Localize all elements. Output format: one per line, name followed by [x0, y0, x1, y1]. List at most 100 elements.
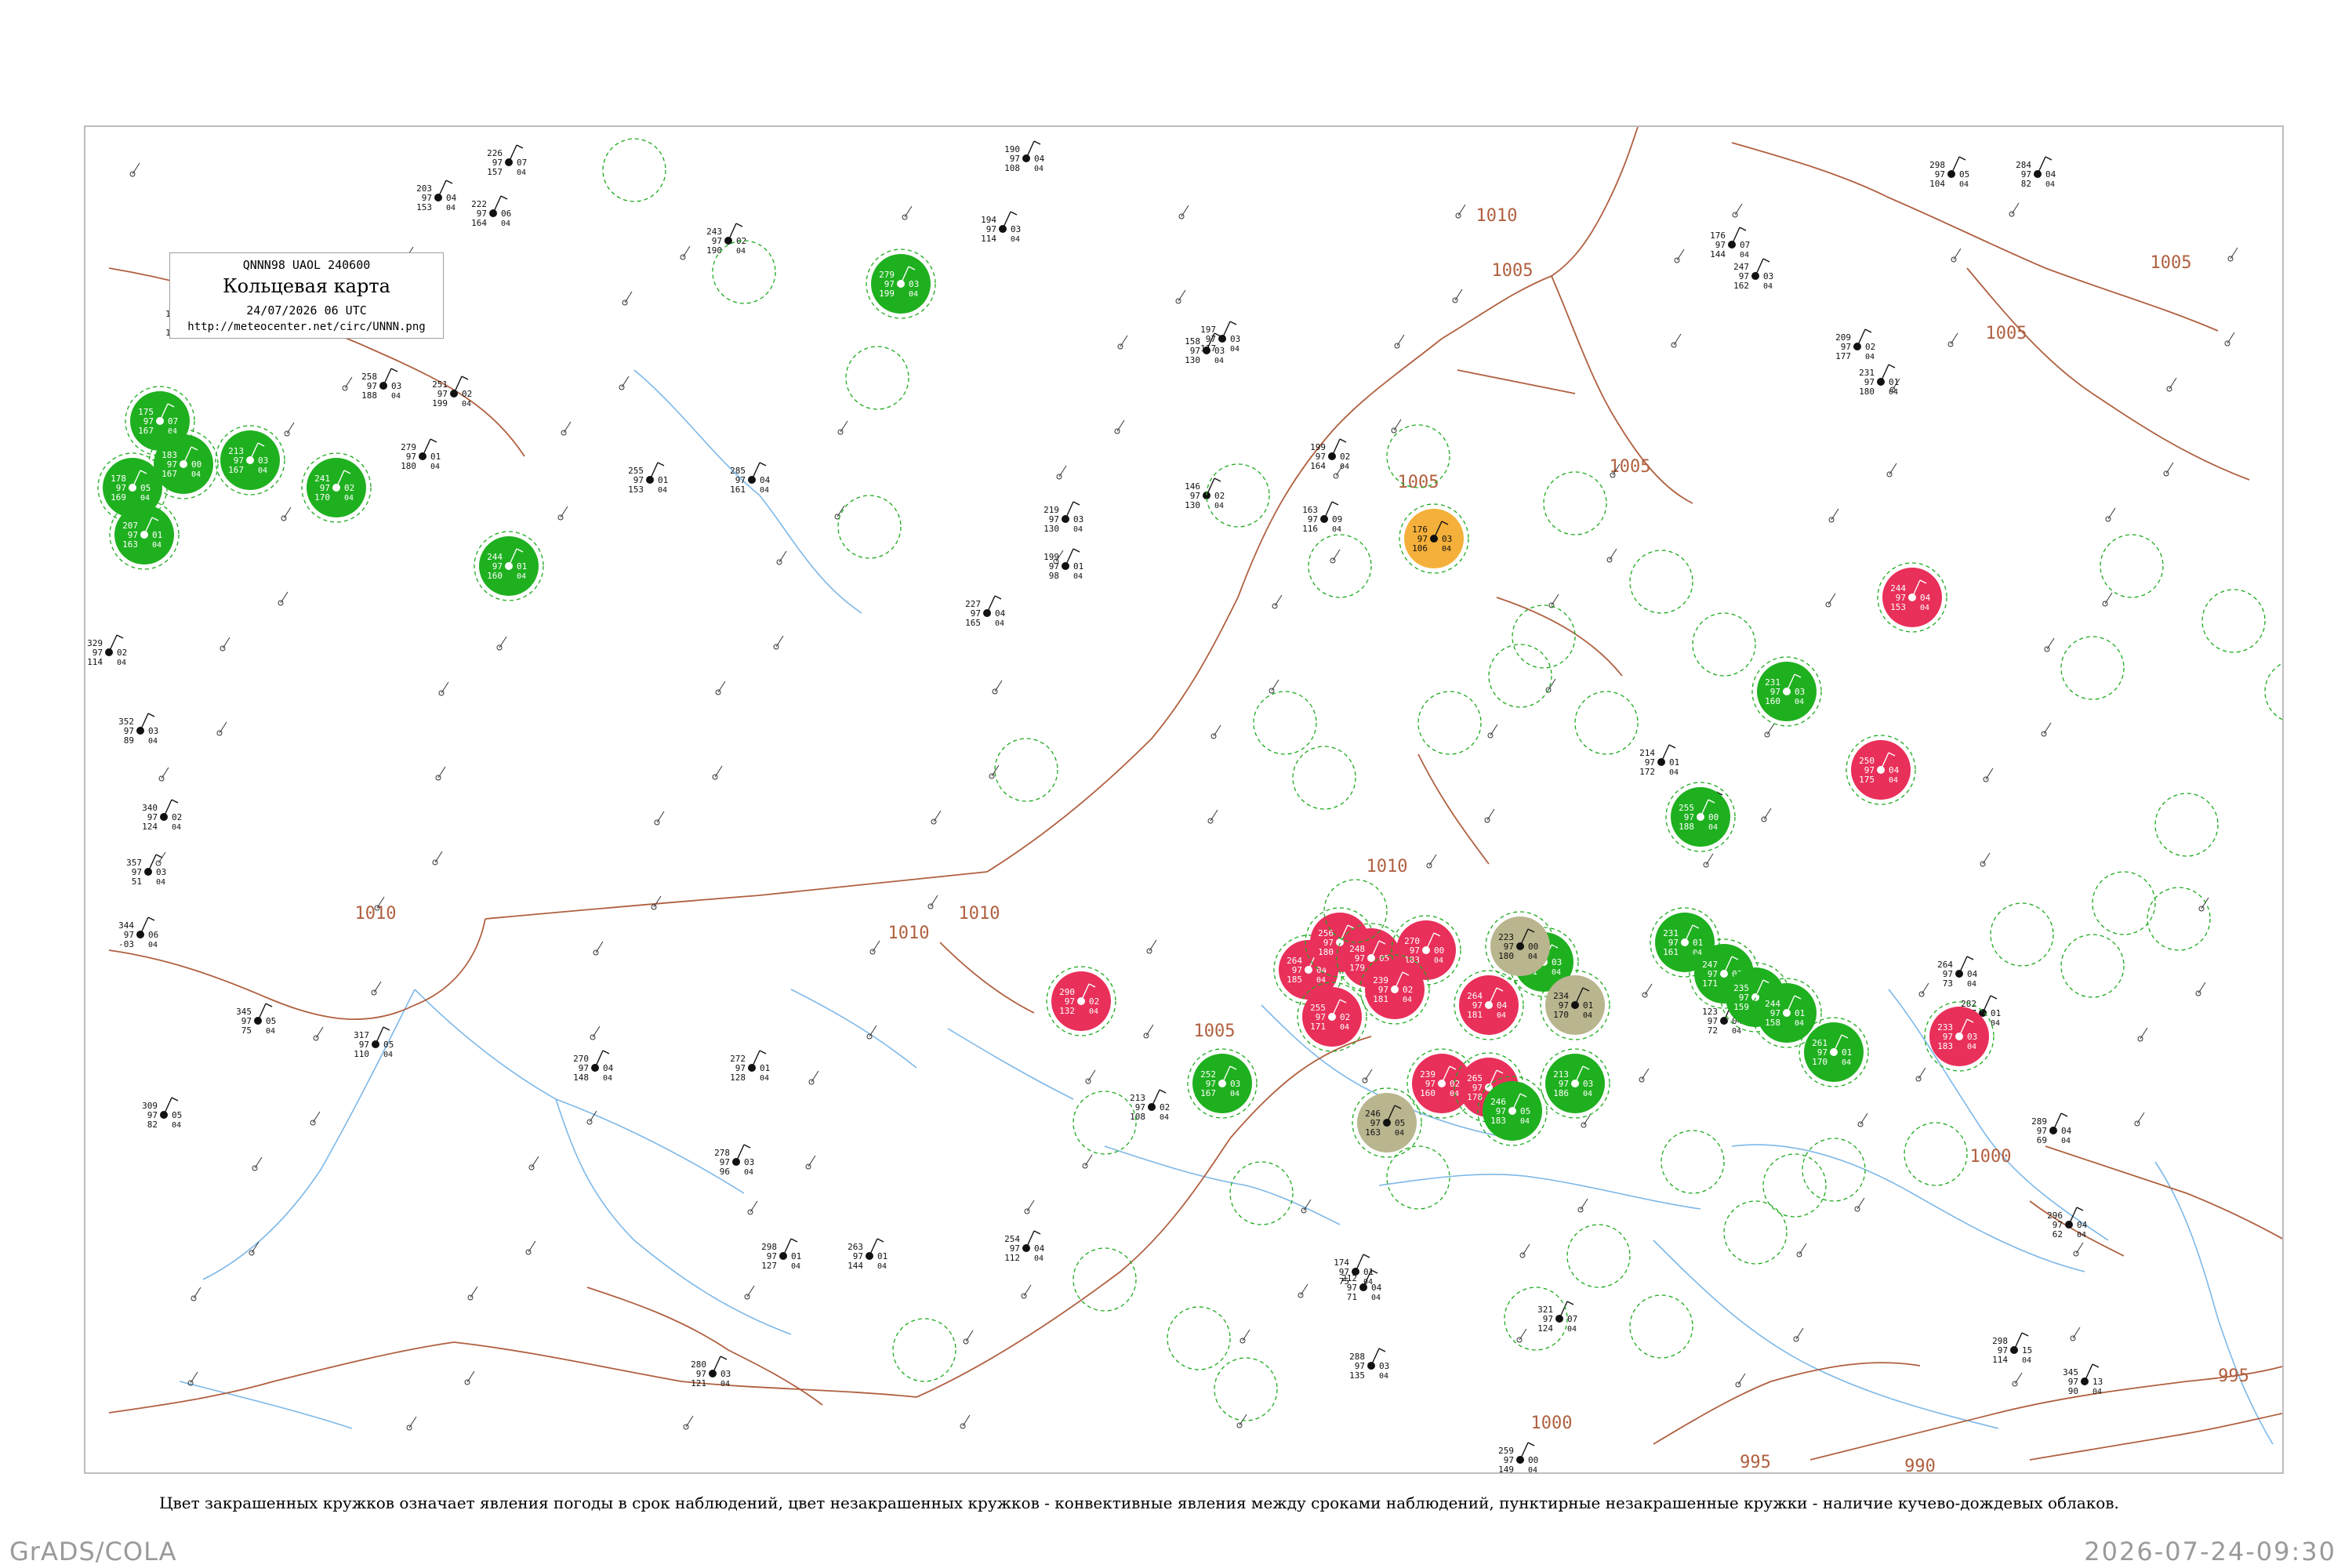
station-extra: 04	[1442, 545, 1451, 554]
station-plot: 298971040504	[1929, 156, 1969, 189]
minor-wind-barb	[1149, 939, 1157, 952]
isobar-label: 1005	[1986, 324, 2027, 343]
wind-barb	[375, 1026, 384, 1045]
river	[790, 989, 917, 1069]
station-extra: 04	[148, 737, 158, 746]
minor-wind-barb	[1181, 205, 1189, 217]
station-dewpoint: 89	[124, 735, 134, 746]
cb-ring	[1574, 691, 1639, 755]
station-dewpoint: 180	[401, 461, 416, 471]
minor-wind-barb	[1734, 203, 1743, 216]
wind-barb	[140, 713, 149, 731]
minor-wind-barb	[624, 291, 633, 303]
station-tendency: 00	[1528, 942, 1538, 952]
station-tendency: 02	[344, 483, 354, 493]
station-extra: 04	[1967, 980, 1976, 989]
wind-barb	[2053, 1112, 2062, 1131]
minor-wind-barb	[1580, 1198, 1588, 1210]
minor-wind-barb	[1026, 1200, 1035, 1212]
station-extra: 04	[760, 486, 769, 495]
station-tendency: 01	[1073, 561, 1083, 572]
wind-barb	[1661, 744, 1670, 763]
minor-wind-barb	[1641, 1068, 1650, 1080]
station-tendency: 05	[1959, 169, 1969, 180]
minor-wind-barb	[1486, 808, 1495, 821]
station-dewpoint: 183	[1490, 1116, 1506, 1126]
minor-wind-barb	[1889, 463, 1897, 475]
station-extra: 04	[462, 400, 471, 408]
station-extra: 04	[603, 1074, 612, 1083]
minor-wind-barb	[775, 635, 784, 648]
minor-wind-barb	[132, 162, 140, 175]
station-dewpoint: 124	[1537, 1323, 1553, 1334]
isobar	[916, 1138, 1231, 1398]
isobar-label: 990	[1904, 1457, 1936, 1474]
station-extra: 04	[877, 1262, 887, 1271]
minor-wind-barb	[2140, 1027, 2148, 1040]
station-dewpoint: 159	[1733, 1002, 1749, 1012]
minor-wind-barb	[499, 636, 507, 648]
station-dewpoint: 163	[1365, 1127, 1381, 1138]
minor-wind-barb	[1676, 249, 1685, 261]
station-tendency: 02	[117, 648, 127, 658]
station-tendency: 01	[791, 1251, 801, 1261]
station-tendency: 02	[1089, 996, 1099, 1007]
wind-barb-feather	[516, 144, 524, 149]
minor-wind-barb	[2136, 1112, 2145, 1124]
minor-wind-barb	[1393, 419, 1402, 431]
station-dewpoint: 171	[1702, 978, 1718, 989]
station-extra: 04	[391, 392, 401, 401]
station-dewpoint: 199	[432, 398, 448, 408]
wind-barb	[437, 180, 447, 198]
river	[633, 369, 862, 614]
minor-wind-barb	[808, 1155, 816, 1167]
minor-wind-barb	[811, 1070, 819, 1083]
isobar	[1966, 267, 2250, 481]
map-url[interactable]: http://meteocenter.net/circ/UNNN.png	[170, 321, 443, 333]
station-dewpoint: 167	[138, 426, 154, 436]
station-tendency: 03	[1795, 687, 1805, 697]
station-tendency: 03	[1763, 271, 1773, 281]
station-dewpoint: 188	[1679, 822, 1694, 832]
station-extra: 04	[1842, 1058, 1851, 1067]
station-tendency: 02	[172, 812, 182, 822]
station-extra: 04	[1669, 768, 1679, 777]
station-extra: 04	[148, 941, 158, 949]
minor-wind-barb	[1763, 808, 1772, 820]
station-plot: 288971350304	[1349, 1348, 1389, 1381]
station-extra: 04	[1795, 1019, 1804, 1028]
wind-barb-feather	[265, 1003, 273, 1007]
wind-barb-feather	[383, 1026, 390, 1031]
station-tendency: 03	[1552, 957, 1562, 967]
wind-barb-feather	[445, 180, 453, 184]
wind-barb-feather	[1864, 328, 1872, 333]
bulletin-code: QNNN98 UAOL 240600	[242, 258, 371, 272]
wind-barb	[2084, 1363, 2093, 1382]
station-tendency: 03	[391, 381, 401, 391]
river	[555, 1098, 792, 1335]
wind-barb-feather	[1958, 156, 1966, 161]
cb-ring	[845, 346, 909, 410]
station-extra: 04	[1403, 996, 1412, 1004]
station-plot: 163971160904	[1302, 501, 1342, 534]
station-extra: 04	[1073, 572, 1083, 581]
station-extra: 04	[156, 878, 165, 887]
station-extra: 04	[2045, 180, 2055, 189]
station-plot: 34597750504	[236, 1003, 276, 1036]
wind-barb	[1857, 328, 1866, 347]
cb-ring	[837, 495, 902, 559]
station-extra: 04	[1763, 282, 1773, 291]
cb-ring	[2147, 887, 2211, 951]
station-extra: 04	[1073, 525, 1083, 534]
cb-ring	[1802, 1138, 1866, 1202]
station-tendency: 07	[168, 416, 178, 426]
minor-wind-barb	[1551, 593, 1559, 606]
cb-ring	[1253, 691, 1317, 755]
wind-barb-feather	[430, 438, 437, 443]
station-extra: 04	[1708, 823, 1718, 832]
station-dewpoint: 158	[1765, 1018, 1780, 1028]
station-plot: 254971120404	[1004, 1230, 1045, 1263]
wind-barb	[163, 1097, 172, 1116]
wind-barb	[751, 462, 760, 481]
station-tendency: 01	[760, 1063, 770, 1073]
